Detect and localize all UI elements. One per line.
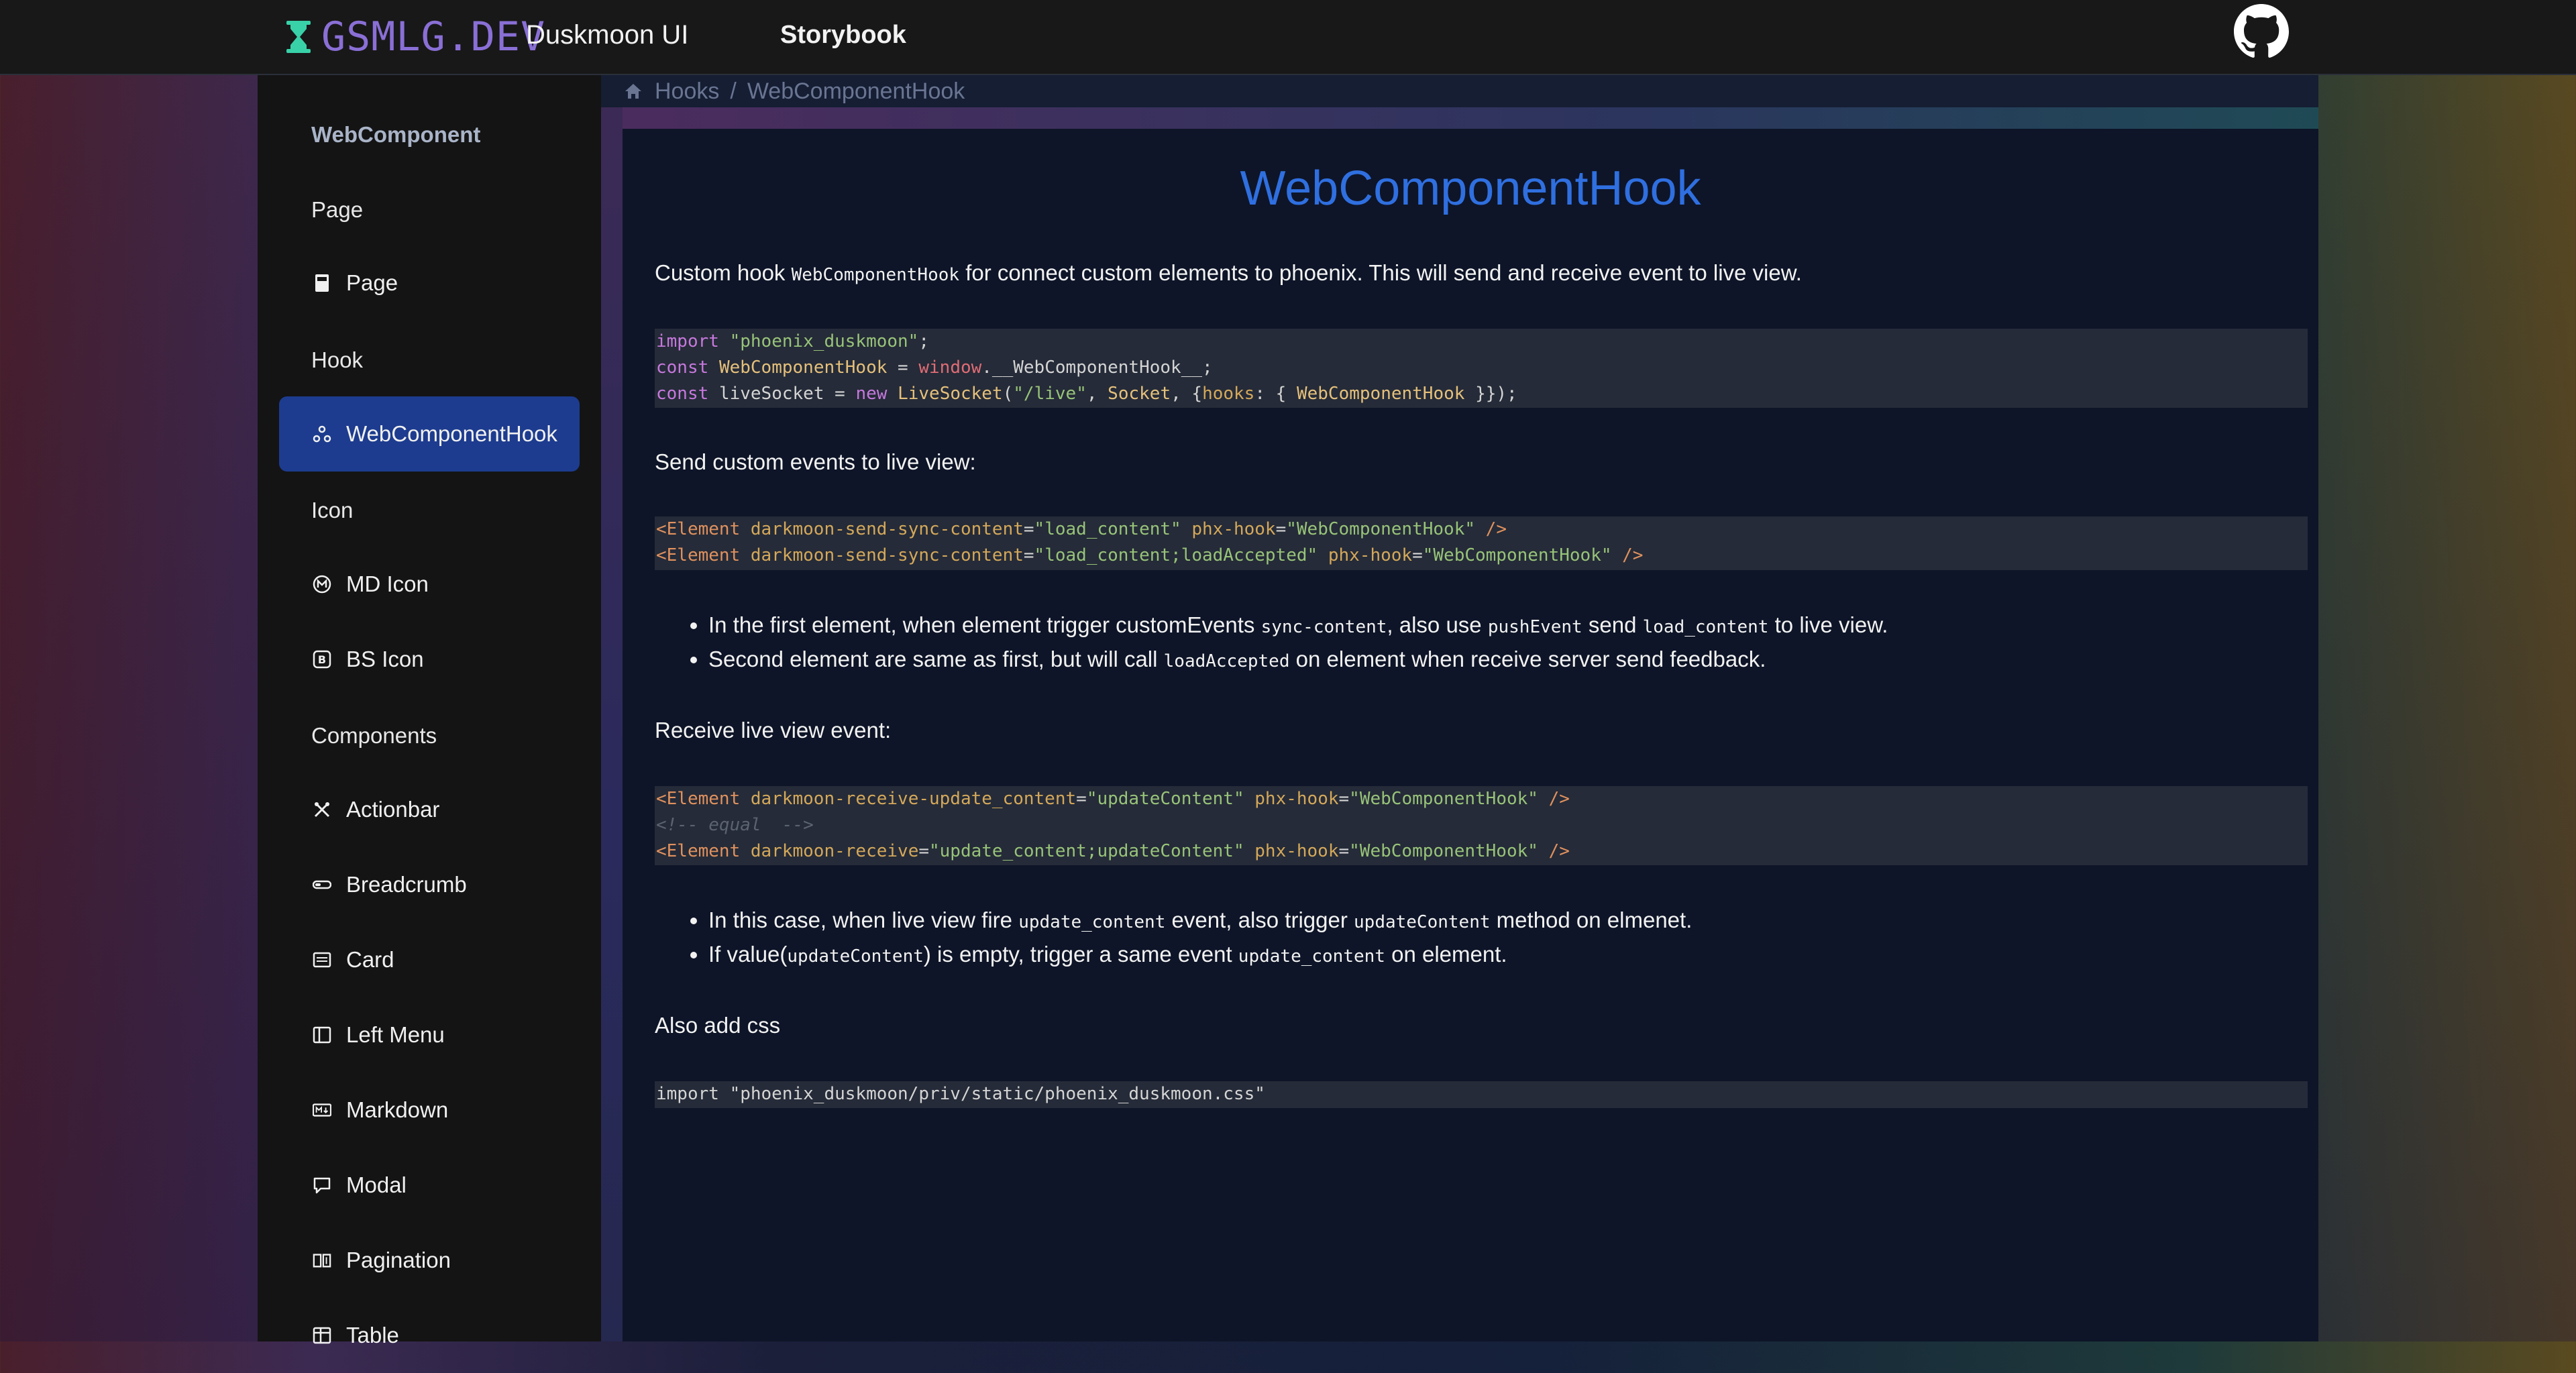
code-line: <Element darkmoon-receive-update_content… <box>656 789 1570 809</box>
code-line: <Element darkmoon-send-sync-content="loa… <box>656 519 1507 539</box>
sidebar-section-components: Components <box>311 723 437 748</box>
sidebar-item-label: WebComponentHook <box>346 421 557 446</box>
list-item: In this case, when live view fire update… <box>708 904 1692 938</box>
breadcrumb-item-current: WebComponentHook <box>747 78 965 104</box>
sidebar-item-label: Actionbar <box>346 797 440 822</box>
sidebar-section-page: Page <box>311 197 364 222</box>
code-comment: <!-- equal --> <box>656 815 814 835</box>
list-item: Second element are same as first, but wi… <box>708 643 1888 677</box>
sidebar-item-breadcrumb[interactable]: Breadcrumb <box>279 847 580 922</box>
sidebar-item-left-menu[interactable]: Left Menu <box>279 997 580 1073</box>
md-icon <box>313 575 331 594</box>
send-bullet-list: In the first element, when element trigg… <box>655 609 1888 677</box>
sidebar-item-label: Modal <box>346 1172 407 1197</box>
home-icon[interactable] <box>624 82 643 101</box>
modal-icon <box>313 1176 331 1195</box>
sidebar-item-label: Breadcrumb <box>346 872 467 897</box>
nav-storybook-link[interactable]: Storybook <box>780 21 906 50</box>
sidebar: WebComponent Page Page Hook WebComponent… <box>258 75 601 1348</box>
code-line: const liveSocket = new LiveSocket("/live… <box>656 384 1517 404</box>
svg-text:B: B <box>318 653 326 666</box>
sidebar-section-webcomponent: WebComponent <box>311 122 481 147</box>
github-icon[interactable] <box>2234 4 2289 59</box>
logo-text: GSMLG.DEV <box>321 13 546 60</box>
code-block-css: import "phoenix_duskmoon/priv/static/pho… <box>655 1081 2308 1108</box>
code-block-import: import "phoenix_duskmoon";const WebCompo… <box>655 329 2308 408</box>
sidebar-item-md-icon[interactable]: MD Icon <box>279 547 580 622</box>
hook-icon <box>313 425 331 443</box>
code-line: <Element darkmoon-receive="update_conten… <box>656 841 1570 861</box>
list-item: If value(updateContent) is empty, trigge… <box>708 938 1692 973</box>
sidebar-item-actionbar[interactable]: Actionbar <box>279 772 580 847</box>
sidebar-item-label: Pagination <box>346 1248 451 1272</box>
receive-bullet-list: In this case, when live view fire update… <box>655 904 1692 973</box>
sidebar-item-label: Left Menu <box>346 1022 445 1047</box>
sidebar-item-modal[interactable]: Modal <box>279 1148 580 1223</box>
content-frame-top <box>623 107 2318 129</box>
table-icon <box>313 1326 331 1345</box>
breadcrumb-icon <box>313 875 331 894</box>
code-line: <Element darkmoon-send-sync-content="loa… <box>656 545 1644 565</box>
breadcrumb-item-hooks[interactable]: Hooks <box>655 78 719 105</box>
sidebar-item-pagination[interactable]: Pagination <box>279 1223 580 1298</box>
sidebar-item-label: MD Icon <box>346 571 429 596</box>
bs-icon: B <box>313 650 331 669</box>
code-block-receive: <Element darkmoon-receive-update_content… <box>655 786 2308 865</box>
sidebar-item-card[interactable]: Card <box>279 922 580 997</box>
sidebar-section-hook: Hook <box>311 347 364 372</box>
breadcrumb: Hooks / WebComponentHook <box>601 75 2318 107</box>
brand-name[interactable]: Duskmoon UI <box>526 20 688 50</box>
send-heading: Send custom events to live view: <box>655 449 976 474</box>
sidebar-item-table[interactable]: Table <box>279 1298 580 1373</box>
sidebar-item-bs-icon[interactable]: B BS Icon <box>279 622 580 697</box>
sidebar-item-label: Card <box>346 947 394 972</box>
page-icon <box>313 274 331 292</box>
left-menu-icon <box>313 1026 331 1044</box>
sidebar-item-webcomponenthook[interactable]: WebComponentHook <box>279 396 580 472</box>
pagination-icon <box>313 1251 331 1270</box>
code-block-send: <Element darkmoon-send-sync-content="loa… <box>655 516 2308 570</box>
content-frame-left <box>601 107 623 1341</box>
card-icon <box>313 950 331 969</box>
site-logo[interactable]: GSMLG.DEV <box>285 13 546 60</box>
css-heading: Also add css <box>655 1013 781 1038</box>
markdown-icon <box>313 1101 331 1119</box>
sidebar-item-label: Table <box>346 1323 399 1348</box>
sidebar-item-label: Markdown <box>346 1097 449 1122</box>
code-line: import "phoenix_duskmoon/priv/static/pho… <box>656 1084 1265 1104</box>
main-content: WebComponentHook Custom hook WebComponen… <box>623 129 2318 1341</box>
intro-text-1: Custom hook <box>655 260 792 285</box>
sidebar-item-page[interactable]: Page <box>279 245 580 321</box>
breadcrumb-separator: / <box>730 78 737 104</box>
sidebar-item-markdown[interactable]: Markdown <box>279 1073 580 1148</box>
page-title: WebComponentHook <box>1240 162 1701 215</box>
intro-text-2: for connect custom elements to phoenix. … <box>959 260 1802 285</box>
inline-code: WebComponentHook <box>791 265 960 285</box>
actionbar-icon <box>313 800 331 819</box>
code-line: const WebComponentHook = window.__WebCom… <box>656 358 1213 378</box>
hourglass-icon <box>286 21 311 53</box>
sidebar-item-label: Page <box>346 270 398 295</box>
intro-paragraph: Custom hook WebComponentHook for connect… <box>655 260 1802 286</box>
receive-heading: Receive live view event: <box>655 718 892 743</box>
sidebar-item-label: BS Icon <box>346 647 424 671</box>
code-line: import "phoenix_duskmoon"; <box>656 331 929 351</box>
top-navbar: GSMLG.DEV Duskmoon UI Storybook <box>0 0 2576 75</box>
sidebar-section-icon: Icon <box>311 498 354 523</box>
list-item: In the first element, when element trigg… <box>708 609 1888 643</box>
